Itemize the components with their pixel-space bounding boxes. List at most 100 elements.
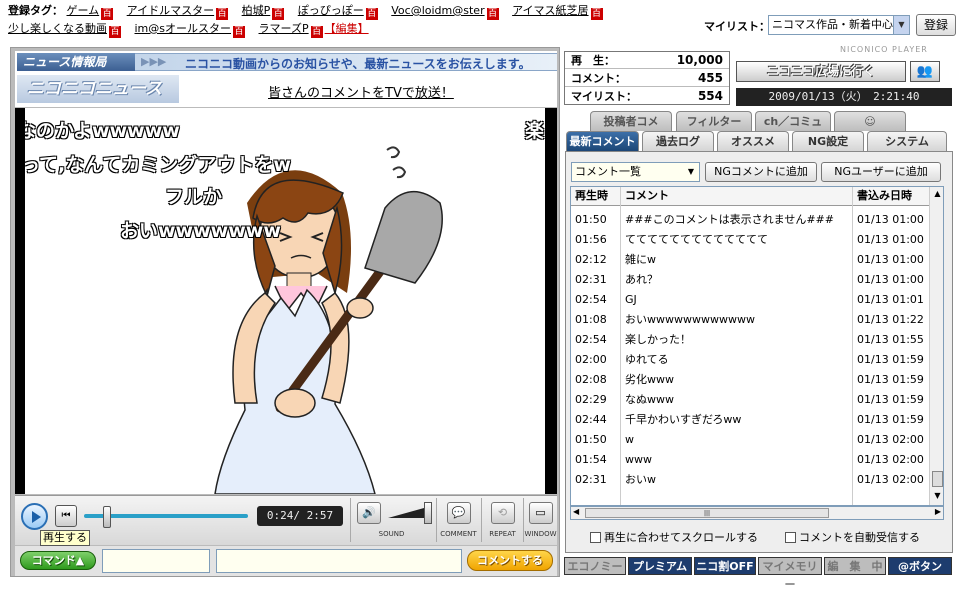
add-ng-comment-button[interactable]: NGコメントに追加 (705, 162, 817, 182)
tab-channel[interactable]: ch／コミュ (755, 111, 831, 131)
tag-link[interactable]: ゲーム (67, 4, 100, 17)
scroll-down-icon[interactable]: ▼ (930, 489, 943, 503)
encyclopedia-icon[interactable]: 百 (486, 8, 499, 20)
volume-thumb[interactable] (424, 502, 432, 524)
chevron-down-icon[interactable]: ▼ (893, 16, 909, 34)
play-button[interactable] (21, 503, 48, 530)
comment-row[interactable]: 01:56 ててててててててててててて 01/13 01:00 (571, 230, 929, 250)
comment-row[interactable]: 02:44 千早かわいすぎだろww 01/13 01:59 (571, 410, 929, 430)
comment-row[interactable]: 02:08 劣化www 01/13 01:59 (571, 370, 929, 390)
chevron-down-icon[interactable]: ▼ (683, 163, 699, 181)
comment-icon[interactable]: 💬 (446, 502, 471, 524)
comment-row[interactable]: 01:50 ###このコメントは表示されません### 01/13 01:00 (571, 210, 929, 230)
tab-system[interactable]: システム (867, 131, 947, 151)
comment-row[interactable]: 02:54 楽しかった！ 01/13 01:55 (571, 330, 929, 350)
edit-tags-link[interactable]: 【編集】 (325, 22, 369, 35)
window-icon[interactable]: ▭ (528, 502, 553, 524)
comment-row[interactable]: 02:31 おいw 01/13 02:00 (571, 470, 929, 490)
tab-ng-settings[interactable]: NG設定 (792, 131, 864, 151)
encyclopedia-icon[interactable]: 百 (365, 8, 378, 20)
tag-link[interactable]: アイドルマスター (127, 4, 214, 17)
auto-receive-label: コメントを自動受信する (799, 531, 920, 544)
hscroll-thumb[interactable]: ||| (585, 508, 829, 518)
col-time[interactable]: 再生時 (575, 187, 608, 205)
row-comment: 劣化www (625, 373, 674, 386)
encyclopedia-icon[interactable]: 百 (590, 8, 603, 20)
tag-link[interactable]: Voc@loidm@ster (391, 4, 484, 17)
comment-row[interactable]: 02:31 あれ？ 01/13 01:00 (571, 270, 929, 290)
col-date[interactable]: 書込み日時 (857, 187, 912, 205)
tag-link[interactable]: 柏城P (242, 4, 271, 17)
submit-comment-button[interactable]: コメントする (467, 550, 553, 571)
command-input[interactable] (102, 549, 210, 573)
tab-recommend[interactable]: オススメ (717, 131, 789, 151)
premium-button[interactable]: プレミアム (628, 557, 692, 575)
row-comment: www (625, 453, 652, 466)
row-date: 01/13 01:22 (857, 313, 924, 326)
tag-link[interactable]: im@sオールスター (135, 22, 232, 35)
editing-button[interactable]: 編 集 中 (824, 557, 886, 575)
comment-row[interactable]: 02:29 なぬwww 01/13 01:59 (571, 390, 929, 410)
nicowari-off-button[interactable]: ニコ割OFF (694, 557, 756, 575)
comments-value: 455 (697, 71, 723, 85)
register-button[interactable]: 登録 (916, 14, 956, 36)
tag-link[interactable]: 少し楽しくなる動画 (8, 22, 107, 35)
scroll-left-icon[interactable]: ◀ (573, 507, 579, 516)
economy-button[interactable]: エコノミー (564, 557, 626, 575)
speaker-icon[interactable]: 🔊 (357, 502, 381, 524)
window-toggle[interactable]: ▭ WINDOW (523, 498, 557, 542)
command-button[interactable]: コマンド▲ (20, 551, 96, 570)
encyclopedia-icon[interactable]: 百 (310, 26, 323, 38)
seek-thumb[interactable] (103, 506, 111, 528)
tab-latest-comments[interactable]: 最新コメント (566, 131, 639, 151)
tab-past-log[interactable]: 過去ログ (642, 131, 714, 151)
comment-row[interactable]: 01:54 www 01/13 02:00 (571, 450, 929, 470)
tag-link[interactable]: ぽっぴっぽー (298, 4, 364, 17)
horizontal-scrollbar[interactable]: ◀ ||| ▶ (570, 506, 944, 520)
comment-row[interactable]: 01:50 w 01/13 02:00 (571, 430, 929, 450)
scroll-up-icon[interactable]: ▲ (930, 187, 943, 201)
comment-row[interactable]: 02:12 雑にw 01/13 01:00 (571, 250, 929, 270)
encyclopedia-icon[interactable]: 百 (101, 8, 114, 20)
tab-ghost[interactable]: ☺ (834, 111, 906, 131)
encyclopedia-icon[interactable]: 百 (272, 8, 285, 20)
col-comment[interactable]: コメント (625, 187, 669, 205)
my-memory-button[interactable]: マイメモリー (758, 557, 822, 591)
sound-caption: SOUND (378, 530, 405, 538)
comment-input[interactable] (216, 549, 462, 573)
sync-scroll-checkbox[interactable]: 再生に合わせてスクロールする (590, 529, 758, 545)
row-comment: なぬwww (625, 393, 674, 406)
encyclopedia-icon[interactable]: 百 (216, 8, 229, 20)
comment-toggle[interactable]: 💬 COMMENT (436, 498, 480, 542)
encyclopedia-icon[interactable]: 百 (109, 26, 121, 38)
go-to-plaza-button[interactable]: ニコニコ広場に行く (736, 61, 906, 82)
repeat-toggle[interactable]: ⟲ REPEAT (481, 498, 523, 542)
tab-owner-comments[interactable]: 投稿者コメ (590, 111, 672, 131)
scroll-right-icon[interactable]: ▶ (935, 507, 941, 516)
comment-row[interactable]: 02:00 ゆれてる 01/13 01:59 (571, 350, 929, 370)
rewind-button[interactable]: ⏮ (55, 505, 77, 527)
comment-list: 再生時 コメント 書込み日時 01:50 ###このコメントは表示されません###… (570, 186, 944, 506)
auto-receive-checkbox[interactable]: コメントを自動受信する (785, 529, 920, 545)
scroll-thumb[interactable] (932, 471, 943, 487)
encyclopedia-icon[interactable]: 百 (233, 26, 246, 38)
at-button[interactable]: @ボタン (888, 557, 952, 575)
tag-link[interactable]: アイマス紙芝居 (512, 4, 588, 17)
add-ng-user-button[interactable]: NGユーザーに追加 (821, 162, 941, 182)
row-time: 02:54 (575, 293, 607, 306)
tab-filter[interactable]: フィルター (676, 111, 752, 131)
tag-link[interactable]: ラマーズP (259, 22, 309, 35)
comment-filter-select[interactable]: コメント一覧 ▼ (571, 162, 700, 182)
vertical-scrollbar[interactable]: ▲ ▼ (929, 187, 943, 505)
repeat-icon[interactable]: ⟲ (490, 502, 515, 524)
comment-row[interactable]: 01:08 おいwwwwwwwwwwww 01/13 01:22 (571, 310, 929, 330)
checkbox[interactable] (785, 532, 796, 543)
comment-row[interactable]: 02:54 GJ 01/13 01:01 (571, 290, 929, 310)
row-date: 01/13 01:59 (857, 373, 924, 386)
checkbox[interactable] (590, 532, 601, 543)
volume-slider[interactable] (388, 508, 424, 518)
news-link[interactable]: 皆さんのコメントをTVで放送！ (268, 82, 454, 101)
users-icon[interactable]: 👥 (910, 61, 940, 82)
video-area[interactable]: なのかよwwwww 楽し って,なんてカミングアウトをw フルか おいwwwww… (15, 108, 557, 494)
mylist-select[interactable]: ニコマス作品・新着中心 ▼ (768, 15, 910, 35)
